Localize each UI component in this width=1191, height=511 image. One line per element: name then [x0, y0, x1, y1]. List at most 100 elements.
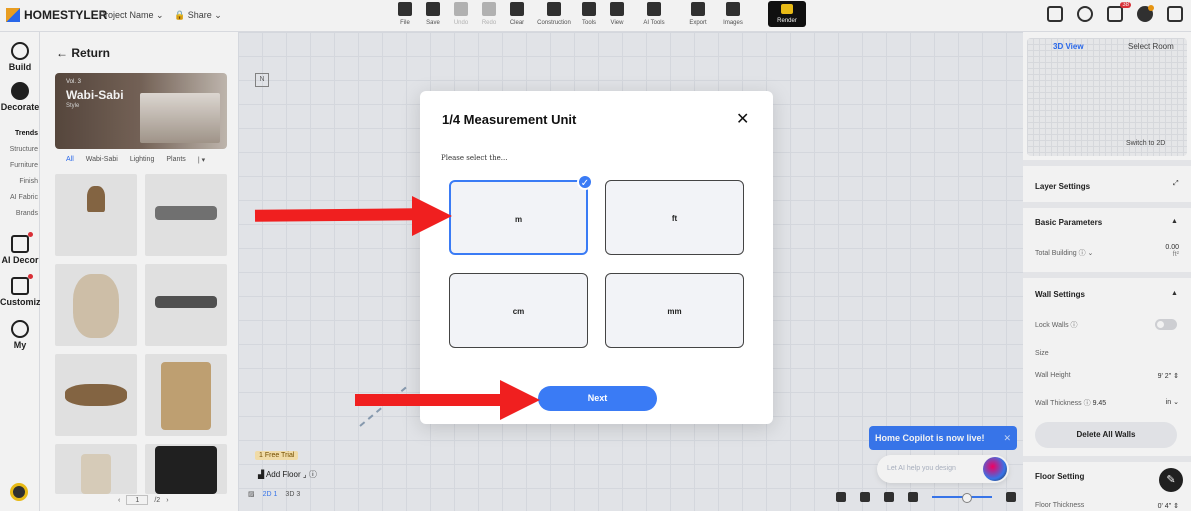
style-banner[interactable]: Vol. 3 Wabi-Sabi Style: [55, 73, 227, 149]
copilot-close-icon[interactable]: ✕: [1003, 426, 1011, 450]
rail-sub-ai-fabric[interactable]: AI Fabric: [0, 194, 38, 201]
collapse-icon[interactable]: ▲: [1171, 218, 1178, 225]
redo-button[interactable]: Redo: [478, 0, 500, 26]
banner-style: Style: [66, 103, 80, 109]
expand-icon[interactable]: ⤢: [1173, 180, 1179, 188]
export-button[interactable]: Export: [678, 0, 718, 26]
camera-icon[interactable]: [860, 492, 870, 502]
layout-icon[interactable]: [1047, 6, 1063, 22]
unit-option-mm[interactable]: mm: [605, 273, 744, 348]
file-button[interactable]: File: [394, 0, 416, 26]
pager: ‹ 1 /2 ›: [118, 495, 169, 505]
zoom-in-icon[interactable]: [1006, 492, 1016, 502]
view-3d-button[interactable]: 3D 3: [285, 491, 300, 498]
lock-icon[interactable]: [836, 492, 846, 502]
tabs-more-icon[interactable]: | ▾: [198, 156, 205, 164]
tab-wabi-sabi[interactable]: Wabi-Sabi: [86, 156, 118, 164]
product-item[interactable]: [55, 264, 137, 346]
basic-params-title[interactable]: Basic Parameters: [1035, 218, 1102, 227]
collapse-icon[interactable]: ▲: [1171, 290, 1178, 297]
wall-settings-title[interactable]: Wall Settings: [1035, 290, 1085, 299]
rail-my[interactable]: My: [0, 320, 40, 350]
prev-page-icon[interactable]: ‹: [118, 497, 120, 504]
preview-3d[interactable]: 3D View Select Room Switch to 2D: [1027, 38, 1187, 156]
message-icon[interactable]: 38: [1107, 2, 1131, 22]
rail-ai-decor[interactable]: AI Decor: [0, 235, 40, 265]
wall-height-input[interactable]: 9' 2" ⇕: [1135, 372, 1179, 380]
construction-icon: [547, 2, 561, 16]
crown-icon[interactable]: [10, 483, 28, 501]
wall-thickness-unit[interactable]: in ⌄: [1153, 398, 1179, 406]
tab-plants[interactable]: Plants: [166, 156, 185, 164]
add-floor-button[interactable]: ▟ Add Floor ⌟ ⓘ: [258, 469, 317, 480]
next-button[interactable]: Next: [538, 386, 657, 411]
floor-thickness-label: Floor Thickness: [1035, 502, 1085, 509]
ai-tools-button[interactable]: AI Tools: [634, 0, 674, 26]
product-item[interactable]: [145, 264, 227, 346]
ai-decor-dot: [28, 232, 33, 237]
copilot-banner[interactable]: Home Copilot is now live! ✕: [869, 426, 1017, 450]
rail-sub-trends[interactable]: Trends: [0, 130, 38, 137]
view-2d-button[interactable]: 2D 1: [263, 491, 278, 498]
share-dropdown[interactable]: 🔒 Share ⌄: [174, 10, 222, 21]
close-icon[interactable]: ✕: [736, 109, 749, 129]
product-item[interactable]: [145, 174, 227, 256]
product-item[interactable]: [145, 444, 227, 494]
tab-all[interactable]: All: [66, 156, 74, 164]
fit-icon[interactable]: [884, 492, 894, 502]
product-item[interactable]: [55, 354, 137, 436]
tab-select-room[interactable]: Select Room: [1128, 42, 1174, 51]
render-button[interactable]: Render: [768, 1, 806, 27]
rail-sub-brands[interactable]: Brands: [0, 210, 38, 217]
ai-orb-icon[interactable]: [983, 457, 1007, 481]
unit-option-m[interactable]: m: [449, 180, 588, 255]
unit-option-cm[interactable]: cm: [449, 273, 588, 348]
construction-button[interactable]: Construction: [534, 0, 574, 26]
rail-customize[interactable]: Customize: [0, 277, 46, 307]
switch-to-2d-button[interactable]: Switch to 2D: [1126, 140, 1165, 147]
top-right-icons: 38: [1047, 2, 1183, 22]
page-input[interactable]: 1: [126, 495, 149, 505]
product-item[interactable]: [145, 354, 227, 436]
layers-icon[interactable]: ▨: [248, 490, 255, 498]
zoom-out-icon[interactable]: [908, 492, 918, 502]
total-building-value: 0.00 ft²: [1165, 244, 1179, 258]
lock-walls-toggle[interactable]: [1155, 319, 1177, 330]
chat-icon[interactable]: ✎: [1159, 468, 1183, 492]
return-button[interactable]: ← Return: [56, 46, 110, 60]
rail-decorate[interactable]: Decorate: [0, 82, 40, 112]
rail-sub-finish[interactable]: Finish: [0, 178, 38, 185]
tools-button[interactable]: Tools: [578, 0, 600, 26]
app-logo[interactable]: HOMESTYLER: [6, 8, 107, 22]
tab-3d-view[interactable]: 3D View: [1053, 42, 1084, 51]
next-page-icon[interactable]: ›: [166, 497, 168, 504]
user-avatar-icon[interactable]: [1137, 5, 1154, 22]
tab-lighting[interactable]: Lighting: [130, 156, 155, 164]
rail-sub-furniture[interactable]: Furniture: [0, 162, 38, 169]
rail-build[interactable]: Build: [0, 42, 40, 72]
eraser-icon: [510, 2, 524, 16]
view-button[interactable]: View: [606, 0, 628, 26]
product-item[interactable]: [55, 444, 137, 494]
settings-icon[interactable]: [1077, 6, 1093, 22]
project-name-dropdown[interactable]: Project Name ⌄: [99, 10, 164, 21]
clear-button[interactable]: Clear: [506, 0, 528, 26]
zoom-slider[interactable]: [932, 493, 992, 503]
fullscreen-icon[interactable]: [1167, 6, 1183, 22]
product-item[interactable]: [55, 174, 137, 256]
wall-height-label: Wall Height: [1035, 372, 1071, 379]
images-button[interactable]: Images: [722, 0, 744, 26]
customize-icon: [11, 277, 29, 295]
undo-button[interactable]: Undo: [450, 0, 472, 26]
ai-help-input[interactable]: Let AI help you design: [877, 455, 1009, 483]
dialog-subtitle: Please select the...: [441, 154, 508, 162]
rail-sub-structure[interactable]: Structure: [0, 146, 38, 153]
arrow-annotation: [355, 394, 505, 406]
wall-thickness-label: Wall Thickness ⓘ 9.45: [1035, 400, 1107, 407]
unit-option-ft[interactable]: ft: [605, 180, 744, 255]
arrow-annotation-head: [412, 196, 452, 236]
floor-thickness-input[interactable]: 0' 4" ⇕: [1135, 502, 1179, 510]
delete-all-walls-button[interactable]: Delete All Walls: [1035, 422, 1177, 448]
floor-setting-title[interactable]: Floor Setting: [1035, 472, 1084, 481]
save-button[interactable]: Save: [422, 0, 444, 26]
